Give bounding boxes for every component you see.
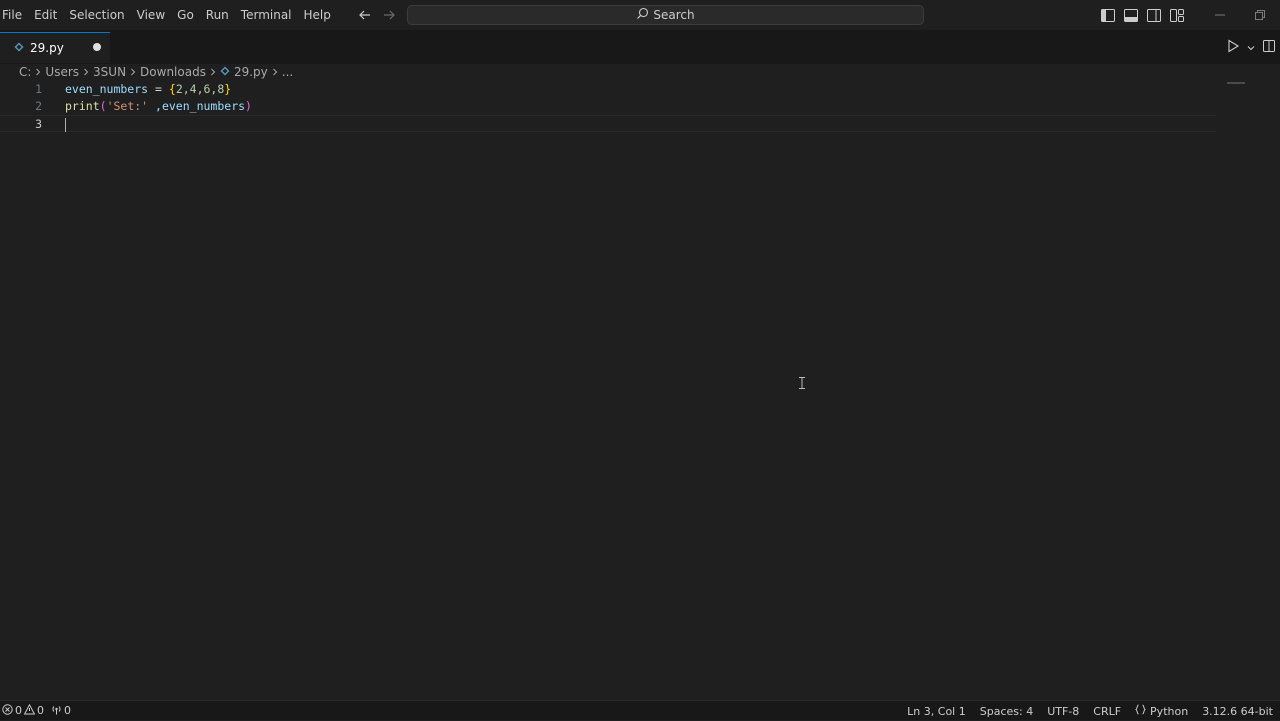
code-editor[interactable]: 1 even_numbers = {2,4,6,8} 2 print('Set:… <box>0 81 1280 701</box>
status-bar-left: 0 0 0 <box>0 703 75 718</box>
title-bar: File Edit Selection View Go Run Terminal… <box>0 0 1280 30</box>
token-brace: { <box>168 82 176 96</box>
toggle-primary-sidebar-icon[interactable] <box>1099 6 1117 24</box>
problems-indicator[interactable]: 0 0 <box>2 703 44 718</box>
token-paren: ( <box>99 99 107 113</box>
token-function: print <box>65 99 100 113</box>
encoding[interactable]: UTF-8 <box>1040 705 1086 718</box>
breadcrumb-symbols[interactable]: ... <box>282 65 293 79</box>
menu-help[interactable]: Help <box>298 4 337 26</box>
menu-go[interactable]: Go <box>171 4 200 26</box>
code-line[interactable]: 2 print('Set:' ,even_numbers) <box>0 98 1216 115</box>
chevron-right-icon <box>271 68 279 76</box>
ports-count: 0 <box>64 704 71 717</box>
chevron-right-icon <box>209 68 217 76</box>
token-string: 'Set:' <box>106 99 149 113</box>
token-brace: } <box>224 82 232 96</box>
python-file-icon <box>220 65 230 79</box>
layout-controls <box>1099 6 1186 24</box>
breadcrumb: C: Users 3SUN Downloads 29.py ... <box>0 63 1280 81</box>
language-mode[interactable]: Python <box>1128 704 1195 718</box>
text-cursor <box>65 118 66 132</box>
code-line[interactable]: 1 even_numbers = {2,4,6,8} <box>0 81 1245 98</box>
chevron-right-icon <box>82 68 90 76</box>
restore-button[interactable] <box>1240 0 1280 30</box>
token-variable: even_numbers <box>65 82 149 96</box>
token-numbers: 2,4,6,8 <box>175 82 225 96</box>
warning-count: 0 <box>37 704 44 717</box>
warning-icon <box>23 703 36 718</box>
ports-indicator[interactable]: 0 <box>51 704 71 718</box>
title-bar-right <box>1099 0 1280 30</box>
toggle-panel-icon[interactable] <box>1122 6 1140 24</box>
code-text: print('Set:' ,even_numbers) <box>65 98 252 115</box>
indentation[interactable]: Spaces: 4 <box>973 705 1040 718</box>
python-file-icon <box>14 41 24 55</box>
unsaved-dot-icon[interactable] <box>93 43 101 51</box>
error-count: 0 <box>15 704 22 717</box>
token-operator: = <box>148 82 169 96</box>
minimize-icon <box>1215 14 1225 16</box>
braces-icon <box>1135 704 1146 718</box>
editor-actions <box>1226 30 1280 64</box>
menu-terminal[interactable]: Terminal <box>235 4 298 26</box>
breadcrumb-downloads[interactable]: Downloads <box>140 65 206 79</box>
status-bar: 0 0 0 Ln 3, Col 1 Spaces: 4 UTF-8 CRLF P… <box>0 700 1280 720</box>
breadcrumb-users[interactable]: Users <box>45 65 79 79</box>
navigation-arrows <box>356 0 398 30</box>
menu-run[interactable]: Run <box>200 4 235 26</box>
breadcrumb-user-folder[interactable]: 3SUN <box>93 65 126 79</box>
command-center-search[interactable]: Search <box>407 5 924 25</box>
customize-layout-icon[interactable] <box>1168 6 1186 24</box>
token-paren: ) <box>245 99 252 113</box>
end-of-line[interactable]: CRLF <box>1086 705 1128 718</box>
menu-file[interactable]: File <box>0 4 28 26</box>
menu-selection[interactable]: Selection <box>63 4 130 26</box>
broadcast-icon <box>51 704 62 718</box>
menu-view[interactable]: View <box>131 4 171 26</box>
status-bar-right: Ln 3, Col 1 Spaces: 4 UTF-8 CRLF Python … <box>900 701 1280 721</box>
current-line[interactable]: 3 <box>0 115 1216 132</box>
split-editor-icon[interactable] <box>1262 38 1276 57</box>
forward-arrow-icon[interactable] <box>380 6 398 24</box>
line-number: 1 <box>35 82 42 96</box>
code-text: even_numbers = {2,4,6,8} <box>65 81 231 98</box>
chevron-right-icon <box>34 68 42 76</box>
breadcrumb-file-label: 29.py <box>233 65 268 79</box>
restore-icon <box>1255 10 1265 20</box>
menu-edit[interactable]: Edit <box>28 4 63 26</box>
search-icon <box>636 7 649 23</box>
language-label: Python <box>1150 704 1189 718</box>
run-python-file-icon[interactable] <box>1226 38 1240 57</box>
error-icon <box>2 703 13 718</box>
line-number: 3 <box>35 117 42 131</box>
token-variable: ,even_numbers <box>148 99 246 113</box>
menu-bar: File Edit Selection View Go Run Terminal… <box>0 0 337 30</box>
search-label: Search <box>653 8 695 22</box>
editor-tab-bar: 29.py <box>0 30 1280 64</box>
tab-29-py[interactable]: 29.py <box>0 32 110 63</box>
back-arrow-icon[interactable] <box>356 6 374 24</box>
minimize-button[interactable] <box>1200 0 1240 30</box>
chevron-right-icon <box>129 68 137 76</box>
ibeam-cursor-icon <box>798 377 806 392</box>
line-number: 2 <box>35 99 42 113</box>
python-interpreter[interactable]: 3.12.6 64-bit <box>1195 705 1280 718</box>
breadcrumb-file[interactable]: 29.py <box>220 65 268 79</box>
breadcrumb-drive[interactable]: C: <box>19 65 31 79</box>
chevron-down-icon[interactable] <box>1246 38 1256 57</box>
toggle-secondary-sidebar-icon[interactable] <box>1145 6 1163 24</box>
tab-label: 29.py <box>30 41 64 55</box>
cursor-position[interactable]: Ln 3, Col 1 <box>900 705 973 718</box>
minimap-line <box>1227 82 1245 84</box>
